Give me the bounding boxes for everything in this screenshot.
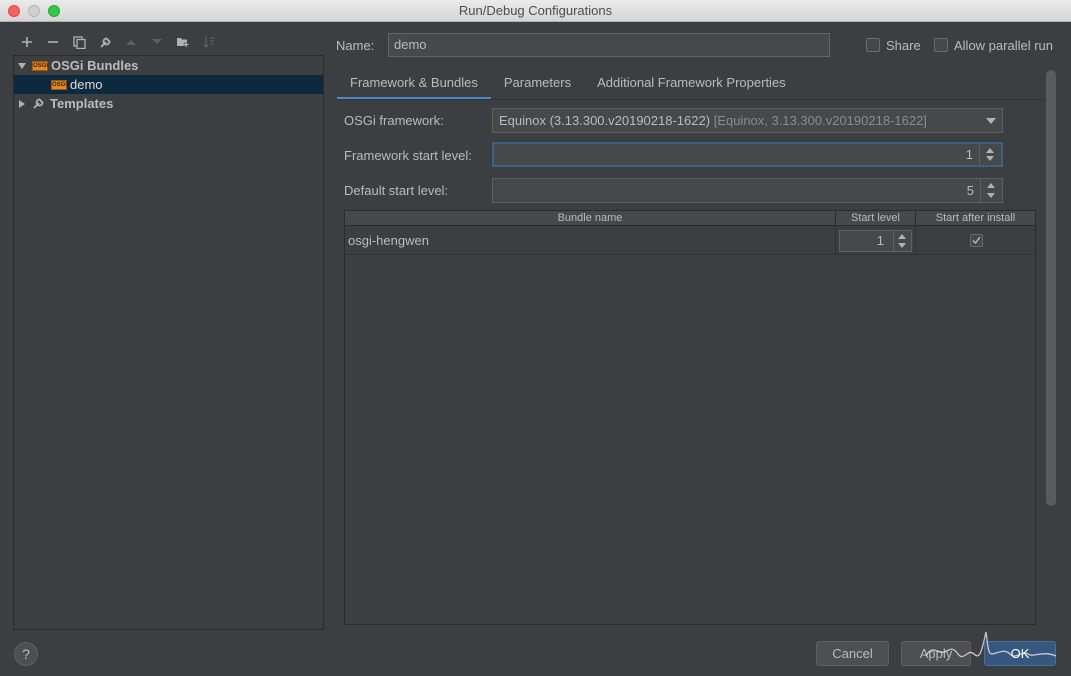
tree-node-templates[interactable]: Templates xyxy=(14,94,323,113)
osgi-framework-select[interactable]: Equinox (3.13.300.v20190218-1622) [Equin… xyxy=(492,108,1003,133)
start-after-install-checkbox[interactable] xyxy=(970,234,983,247)
window-titlebar: Run/Debug Configurations xyxy=(0,0,1071,22)
allow-parallel-label: Allow parallel run xyxy=(954,38,1053,53)
window-title: Run/Debug Configurations xyxy=(458,3,613,18)
name-field[interactable]: demo xyxy=(388,33,830,57)
tab-framework-bundles[interactable]: Framework & Bundles xyxy=(337,70,491,100)
osgi-icon: OSGi xyxy=(51,79,68,90)
osgi-framework-label: OSGi framework: xyxy=(344,113,444,128)
start-level-value: 1 xyxy=(876,233,884,248)
increment-icon[interactable] xyxy=(898,234,906,239)
copy-icon xyxy=(72,35,86,49)
new-folder-button[interactable] xyxy=(170,31,196,53)
framework-start-level-spinner[interactable]: 1 xyxy=(492,142,1003,167)
framework-hint: [Equinox, 3.13.300.v20190218-1622] xyxy=(713,113,927,128)
column-header-start-level[interactable]: Start level xyxy=(836,211,916,226)
decrement-icon[interactable] xyxy=(987,193,995,198)
tree-node-demo[interactable]: OSGi demo xyxy=(14,75,323,94)
share-checkbox[interactable] xyxy=(866,38,880,52)
default-start-level-label: Default start level: xyxy=(344,183,449,198)
configuration-tree[interactable]: OSGi OSGi Bundles OSGi demo Templates xyxy=(13,55,324,630)
column-header-start-after-install[interactable]: Start after install xyxy=(916,211,1035,226)
remove-configuration-button[interactable] xyxy=(40,31,66,53)
ok-button[interactable]: OK xyxy=(984,641,1056,666)
move-up-button[interactable] xyxy=(118,31,144,53)
chevron-right-icon[interactable] xyxy=(18,99,26,108)
allow-parallel-checkbox[interactable] xyxy=(934,38,948,52)
default-start-level-value: 5 xyxy=(966,183,974,198)
name-label: Name: xyxy=(336,38,375,53)
arrow-up-icon xyxy=(126,40,136,45)
tab-parameters[interactable]: Parameters xyxy=(491,70,584,100)
decrement-icon[interactable] xyxy=(986,156,994,161)
tab-divider xyxy=(337,99,1045,100)
wrench-icon xyxy=(33,98,44,109)
zoom-window-button[interactable] xyxy=(48,5,60,17)
config-tabs: Framework & Bundles Parameters Additiona… xyxy=(337,70,799,100)
default-start-level-spinner[interactable]: 5 xyxy=(492,178,1003,203)
framework-start-level-label: Framework start level: xyxy=(344,148,472,163)
sort-icon xyxy=(203,36,215,48)
new-folder-icon xyxy=(177,38,189,47)
chevron-down-icon xyxy=(986,118,996,124)
arrow-down-icon xyxy=(152,39,162,44)
chevron-down-icon[interactable] xyxy=(18,62,26,70)
column-header-bundle-name[interactable]: Bundle name xyxy=(345,211,836,226)
table-row[interactable]: osgi-hengwen 1 xyxy=(345,226,1035,255)
tree-node-osgi-bundles[interactable]: OSGi OSGi Bundles xyxy=(14,56,323,75)
spinner-buttons[interactable] xyxy=(893,231,911,251)
add-configuration-button[interactable] xyxy=(14,31,40,53)
vertical-scrollbar[interactable] xyxy=(1046,70,1056,506)
share-label: Share xyxy=(886,38,921,53)
framework-value: Equinox (3.13.300.v20190218-1622) xyxy=(499,113,711,128)
config-toolbar xyxy=(14,30,222,54)
sort-button[interactable] xyxy=(196,31,222,53)
increment-icon[interactable] xyxy=(987,183,995,188)
increment-icon[interactable] xyxy=(986,148,994,153)
framework-start-level-value: 1 xyxy=(965,147,973,162)
move-down-button[interactable] xyxy=(144,31,170,53)
tree-node-label: demo xyxy=(70,77,103,92)
edit-defaults-button[interactable] xyxy=(92,31,118,53)
start-level-spinner[interactable]: 1 xyxy=(839,230,912,252)
apply-button[interactable]: Apply xyxy=(901,641,971,666)
checkmark-icon xyxy=(972,236,981,245)
osgi-icon: OSGi xyxy=(32,60,49,71)
tree-node-label: OSGi Bundles xyxy=(51,58,139,73)
close-window-button[interactable] xyxy=(8,5,20,17)
spinner-buttons[interactable] xyxy=(979,144,1001,165)
cancel-button[interactable]: Cancel xyxy=(816,641,889,666)
bundles-table[interactable]: Bundle name Start level Start after inst… xyxy=(344,210,1036,625)
start-level-cell[interactable]: 1 xyxy=(836,226,916,255)
tab-additional-properties[interactable]: Additional Framework Properties xyxy=(584,70,799,100)
copy-configuration-button[interactable] xyxy=(66,31,92,53)
minimize-window-button[interactable] xyxy=(28,5,40,17)
spinner-buttons[interactable] xyxy=(980,179,1002,202)
wrench-icon xyxy=(99,37,110,48)
bundle-name-cell[interactable]: osgi-hengwen xyxy=(345,226,836,255)
tree-node-label: Templates xyxy=(50,96,114,111)
help-button[interactable]: ? xyxy=(14,642,38,666)
start-after-install-cell[interactable] xyxy=(916,226,1035,255)
minus-icon xyxy=(48,41,58,43)
decrement-icon[interactable] xyxy=(898,243,906,248)
plus-icon xyxy=(22,37,32,47)
